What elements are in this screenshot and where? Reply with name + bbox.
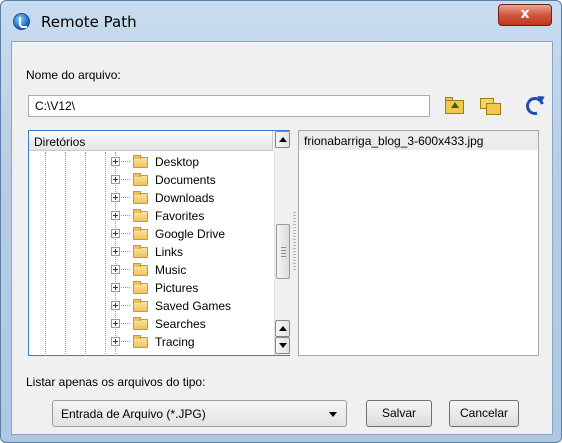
- tree-item-label: Searches: [155, 317, 206, 331]
- dialog-window: Remote Path x Nome do arquivo: C:\V12\ D…: [0, 0, 562, 443]
- arrow-up-icon: [279, 137, 287, 142]
- folder-icon: [133, 173, 148, 186]
- tree-item-saved-games[interactable]: Saved Games: [111, 297, 271, 315]
- tree-item-label: Favorites: [155, 209, 205, 223]
- tree-item-pictures[interactable]: Pictures: [111, 279, 271, 297]
- close-button[interactable]: x: [498, 4, 552, 26]
- folder-icon: [133, 209, 148, 222]
- scroll-down-button[interactable]: [275, 337, 290, 354]
- tree-item-label: Saved Games: [155, 299, 232, 313]
- expand-icon[interactable]: [111, 301, 120, 310]
- dialog-body: Nome do arquivo: C:\V12\ Diretórios Desk…: [11, 41, 553, 435]
- new-folder-icon[interactable]: [480, 95, 502, 117]
- panel-splitter[interactable]: [293, 212, 296, 272]
- tree-header: Diretórios: [29, 131, 273, 151]
- expand-icon[interactable]: [111, 337, 120, 346]
- expand-icon[interactable]: [111, 157, 120, 166]
- tree-item-label: Links: [155, 245, 184, 259]
- title-bar[interactable]: Remote Path x: [1, 1, 561, 41]
- tree-item-label: Desktop: [155, 155, 200, 169]
- tree-item-label: Documents: [155, 173, 216, 187]
- folder-icon: [133, 299, 148, 312]
- tree-item-links[interactable]: Links: [111, 243, 271, 261]
- expand-icon[interactable]: [111, 211, 120, 220]
- folder-icon: [133, 227, 148, 240]
- tree-item-label: Google Drive: [155, 227, 226, 241]
- folder-icon: [133, 317, 148, 330]
- file-name-label: Nome do arquivo:: [26, 68, 121, 82]
- tree-item-label: Pictures: [155, 281, 199, 295]
- file-type-select[interactable]: Entrada de Arquivo (*.JPG): [52, 400, 347, 427]
- tree-item-downloads[interactable]: Downloads: [111, 189, 271, 207]
- folder-icon: [133, 245, 148, 258]
- expand-icon[interactable]: [111, 283, 120, 292]
- filter-label: Listar apenas os arquivos do tipo:: [26, 375, 206, 389]
- folder-up-icon[interactable]: [444, 95, 466, 117]
- folder-icon: [133, 335, 148, 348]
- grip-icon: [281, 247, 286, 257]
- expand-icon[interactable]: [111, 193, 120, 202]
- scroll-up-button[interactable]: [275, 131, 290, 148]
- directory-tree[interactable]: Diretórios Desktop Documents Downloads F…: [28, 130, 290, 356]
- tree-item-music[interactable]: Music: [111, 261, 271, 279]
- tree-item-label: Music: [155, 263, 187, 277]
- tree-item-documents[interactable]: Documents: [111, 171, 271, 189]
- tree-item-desktop[interactable]: Desktop: [111, 153, 271, 171]
- cancel-button[interactable]: Cancelar: [449, 400, 519, 427]
- tree-item-searches[interactable]: Searches: [111, 315, 271, 333]
- arrow-down-icon: [279, 343, 287, 348]
- scroll-thumb[interactable]: [276, 224, 290, 279]
- tree-item-favorites[interactable]: Favorites: [111, 207, 271, 225]
- tree-scrollbar[interactable]: [274, 131, 290, 355]
- expand-icon[interactable]: [111, 175, 120, 184]
- file-list[interactable]: frionabarriga_blog_3-600x433.jpg: [298, 130, 539, 356]
- expand-icon[interactable]: [111, 265, 120, 274]
- save-button[interactable]: Salvar: [366, 400, 432, 427]
- folder-icon: [133, 281, 148, 294]
- tree-item-label: Tracing: [155, 335, 195, 349]
- refresh-icon[interactable]: [522, 93, 548, 119]
- expand-icon[interactable]: [111, 247, 120, 256]
- window-title: Remote Path: [41, 13, 137, 31]
- tree-item-google-drive[interactable]: Google Drive: [111, 225, 271, 243]
- expand-icon[interactable]: [111, 229, 120, 238]
- path-input[interactable]: C:\V12\: [28, 95, 430, 117]
- app-icon: [13, 13, 30, 30]
- tree-item-label: Downloads: [155, 191, 215, 205]
- folder-icon: [133, 191, 148, 204]
- chevron-down-icon: [329, 412, 337, 417]
- scroll-up-button-lower[interactable]: [275, 320, 290, 337]
- tree-item-tracing[interactable]: Tracing: [111, 333, 271, 351]
- expand-icon[interactable]: [111, 319, 120, 328]
- folder-icon: [133, 263, 148, 276]
- file-type-value: Entrada de Arquivo (*.JPG): [61, 407, 206, 421]
- file-list-item[interactable]: frionabarriga_blog_3-600x433.jpg: [299, 131, 538, 150]
- folder-icon: [133, 155, 148, 168]
- arrow-up-icon: [279, 326, 287, 331]
